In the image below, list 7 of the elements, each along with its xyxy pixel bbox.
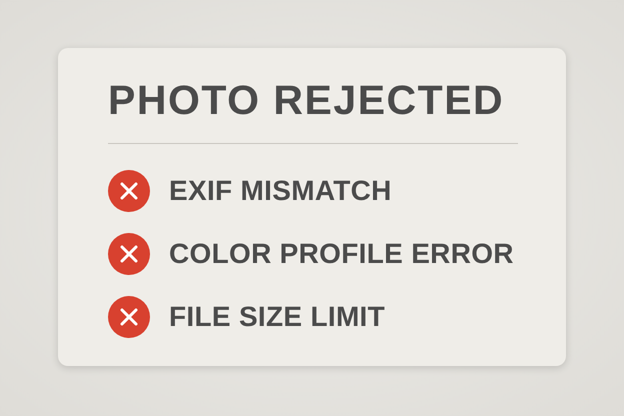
dialog-title: PHOTO REJECTED: [108, 78, 506, 122]
error-message: COLOR PROFILE ERROR: [169, 238, 514, 270]
error-icon: [108, 233, 150, 275]
error-message: EXIF MISMATCH: [169, 175, 392, 207]
error-message: FILE SIZE LIMIT: [169, 301, 386, 333]
error-icon: [108, 296, 150, 338]
error-icon: [108, 170, 150, 212]
